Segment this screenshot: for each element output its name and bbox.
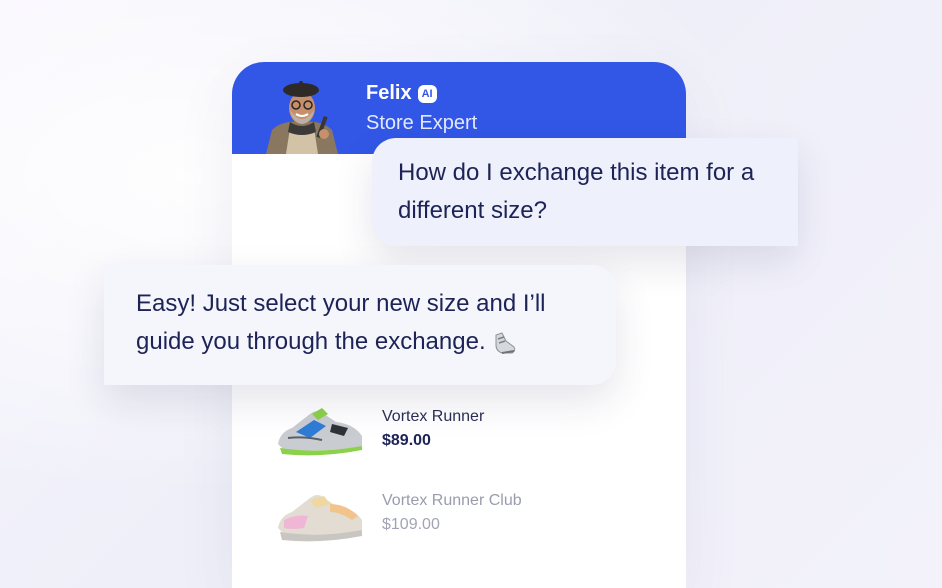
agent-message-bubble: Easy! Just select your new size and I’ll… <box>104 265 616 385</box>
product-item[interactable]: Vortex Runner $89.00 <box>274 392 654 462</box>
bottom-fade <box>232 540 686 588</box>
sneaker-icon <box>278 408 362 456</box>
agent-avatar <box>262 72 342 154</box>
agent-message-text: Easy! Just select your new size and I’ll… <box>136 290 546 355</box>
ai-badge: AI <box>417 84 437 103</box>
agent-role: Store Expert <box>366 112 478 134</box>
sneaker-icon <box>495 332 516 354</box>
sneaker-icon <box>278 495 362 542</box>
agent-name-row: Felix AI <box>366 82 437 105</box>
product-item[interactable]: Vortex Runner Club $109.00 <box>274 476 654 546</box>
user-message-bubble: How do I exchange this item for a differ… <box>372 138 798 246</box>
agent-name: Felix <box>366 82 412 104</box>
product-name: Vortex Runner <box>382 408 485 425</box>
product-name: Vortex Runner Club <box>382 492 522 509</box>
product-price: $109.00 <box>382 516 440 533</box>
product-price: $89.00 <box>382 432 431 449</box>
user-message-text: How do I exchange this item for a differ… <box>398 159 755 224</box>
